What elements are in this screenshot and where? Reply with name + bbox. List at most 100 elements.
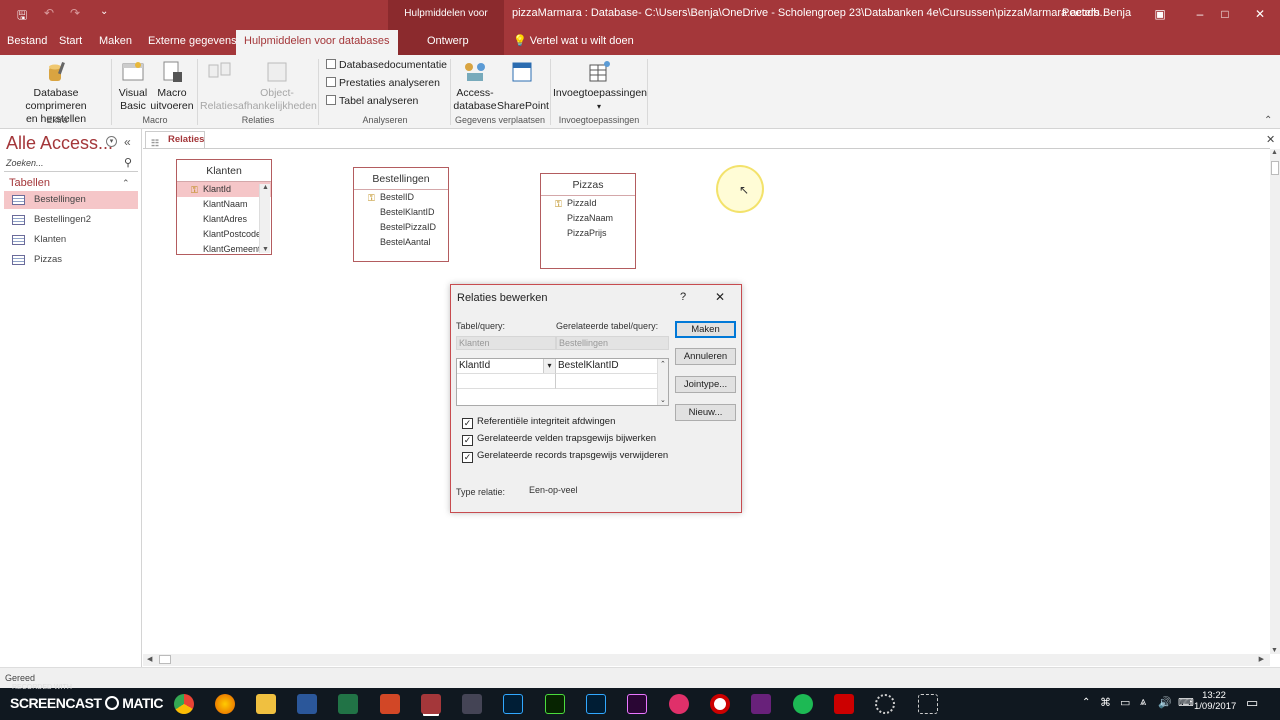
tell-me-box[interactable]: 💡 Vertel wat u wilt doen bbox=[513, 30, 634, 55]
scrollbar-thumb[interactable] bbox=[1271, 161, 1279, 175]
field-item[interactable]: ⚿ PizzaId bbox=[541, 196, 635, 211]
grid-scrollbar[interactable]: ⌃ ⌄ bbox=[657, 359, 668, 405]
field-item[interactable]: KlantPostcode bbox=[177, 227, 271, 242]
save-icon[interactable]: 🖫 bbox=[17, 6, 27, 27]
scroll-up-icon[interactable]: ▲ bbox=[262, 184, 269, 191]
join-type-button[interactable]: Jointype... bbox=[675, 376, 736, 393]
collapse-pane-icon[interactable]: « bbox=[124, 135, 131, 149]
analyze-performance-button[interactable]: Prestaties analyseren bbox=[326, 77, 440, 89]
nav-pane-title[interactable]: Alle Access... bbox=[6, 133, 113, 154]
search-icon[interactable]: ⚲ bbox=[124, 156, 132, 169]
scroll-down-icon[interactable]: ▼ bbox=[1271, 647, 1278, 654]
field-item[interactable]: ⚿ BestelID bbox=[354, 190, 448, 205]
tab-maken[interactable]: Maken bbox=[99, 30, 132, 55]
field-item[interactable]: BestelAantal bbox=[354, 235, 448, 250]
dreamweaver-icon[interactable] bbox=[545, 694, 565, 714]
app-icon[interactable] bbox=[462, 694, 482, 714]
tab-start[interactable]: Start bbox=[59, 30, 82, 55]
analyze-table-button[interactable]: Tabel analyseren bbox=[326, 95, 418, 107]
tab-bestand[interactable]: Bestand bbox=[7, 30, 47, 55]
app-icon[interactable] bbox=[669, 694, 689, 714]
file-explorer-icon[interactable] bbox=[256, 694, 276, 714]
scroll-up-icon[interactable]: ▲ bbox=[1271, 149, 1278, 156]
table-title[interactable]: Klanten bbox=[177, 160, 271, 182]
field-mapping-grid[interactable]: KlantId ▾ BestelKlantID ⌃ ⌄ bbox=[456, 358, 669, 406]
record-app-icon[interactable] bbox=[710, 694, 730, 714]
empty-grid-cell[interactable] bbox=[556, 374, 657, 389]
customize-qat-icon[interactable]: ⌄ bbox=[100, 6, 108, 17]
run-macro-button[interactable]: Macro uitvoeren bbox=[150, 59, 194, 113]
wifi-icon[interactable]: ⩓ bbox=[1140, 696, 1146, 709]
volume-icon[interactable]: 🔊 bbox=[1158, 696, 1172, 709]
tab-ontwerp[interactable]: Ontwerp bbox=[427, 30, 469, 55]
field-item[interactable]: KlantGemeente bbox=[177, 242, 271, 257]
new-button[interactable]: Nieuw... bbox=[675, 404, 736, 421]
left-field-select[interactable]: KlantId ▾ bbox=[457, 359, 556, 374]
scroll-up-icon[interactable]: ⌃ bbox=[660, 360, 666, 368]
maximize-icon[interactable]: □ bbox=[1205, 4, 1245, 24]
notifications-icon[interactable]: ▭ bbox=[1246, 695, 1258, 711]
chrome-icon[interactable] bbox=[174, 694, 194, 714]
powerpoint-icon[interactable] bbox=[380, 694, 400, 714]
chevron-up-icon[interactable]: ⌃ bbox=[1082, 697, 1090, 708]
scrollbar[interactable]: ▲ ▼ bbox=[259, 184, 270, 253]
field-item[interactable]: BestelPizzaID bbox=[354, 220, 448, 235]
nav-search-input[interactable]: Zoeken... bbox=[4, 158, 138, 172]
access-database-button[interactable]: Access- database bbox=[453, 59, 497, 113]
battery-icon[interactable]: ▭ bbox=[1120, 696, 1130, 709]
right-field-select[interactable]: BestelKlantID bbox=[556, 359, 657, 374]
collapse-ribbon-icon[interactable]: ⌃ bbox=[1264, 115, 1272, 126]
close-icon[interactable]: ✕ bbox=[715, 290, 725, 304]
app-icon[interactable] bbox=[834, 694, 854, 714]
table-title[interactable]: Bestellingen bbox=[354, 168, 448, 190]
field-item[interactable]: KlantAdres bbox=[177, 212, 271, 227]
nav-item-bestellingen[interactable]: Bestellingen bbox=[4, 191, 138, 209]
document-tab-relaties[interactable]: ☷ Relaties bbox=[145, 131, 205, 148]
close-document-icon[interactable]: ✕ bbox=[1266, 133, 1275, 146]
keyboard-icon[interactable]: ⌨ bbox=[1178, 696, 1194, 709]
lightroom-icon[interactable] bbox=[586, 694, 606, 714]
relationships-button[interactable]: Relaties bbox=[199, 59, 239, 113]
cascade-update-checkbox[interactable]: ✓ Gerelateerde velden trapsgewijs bijwerk… bbox=[462, 433, 656, 446]
section-collapse-icon[interactable]: ⌃ bbox=[122, 175, 130, 191]
field-item[interactable]: PizzaNaam bbox=[541, 211, 635, 226]
table-title[interactable]: Pizzas bbox=[541, 174, 635, 196]
firefox-icon[interactable] bbox=[215, 694, 235, 714]
nav-dropdown-icon[interactable]: ▾ bbox=[106, 136, 117, 147]
visual-studio-icon[interactable] bbox=[751, 694, 771, 714]
scroll-right-icon[interactable]: ▶ bbox=[1259, 655, 1264, 663]
tab-hulpmiddelen[interactable]: Hulpmiddelen voor databases bbox=[236, 30, 398, 55]
nav-item-pizzas[interactable]: Pizzas bbox=[4, 251, 138, 269]
enforce-integrity-checkbox[interactable]: ✓ Referentiële integriteit afdwingen bbox=[462, 416, 615, 429]
nav-section-tabellen[interactable]: Tabellen ⌃ bbox=[4, 175, 138, 191]
scroll-left-icon[interactable]: ◀ bbox=[147, 655, 152, 663]
scrollbar-thumb[interactable] bbox=[159, 655, 171, 664]
chevron-down-icon[interactable]: ▾ bbox=[543, 359, 555, 373]
create-button[interactable]: Maken bbox=[675, 321, 736, 338]
table-box-bestellingen[interactable]: Bestellingen ⚿ BestelID BestelKlantID Bes… bbox=[353, 167, 449, 262]
premiere-icon[interactable] bbox=[627, 694, 647, 714]
add-ins-button[interactable]: Invoegtoepassingen ▾ bbox=[553, 59, 647, 113]
database-documenter-button[interactable]: Databasedocumentatie bbox=[326, 59, 447, 71]
canvas-horizontal-scrollbar[interactable]: ◀ ▶ bbox=[143, 654, 1270, 666]
snipping-icon[interactable] bbox=[918, 694, 938, 714]
visual-basic-button[interactable]: Visual Basic bbox=[116, 59, 150, 113]
table-box-pizzas[interactable]: Pizzas ⚿ PizzaId PizzaNaam PizzaPrijs bbox=[540, 173, 636, 269]
field-item[interactable]: ⚿ KlantId bbox=[177, 182, 271, 197]
table-box-klanten[interactable]: Klanten ⚿ KlantId KlantNaam KlantAdres Kl… bbox=[176, 159, 272, 255]
undo-icon[interactable]: ↶ bbox=[44, 6, 54, 20]
field-item[interactable]: KlantNaam bbox=[177, 197, 271, 212]
sharepoint-button[interactable]: SharePoint bbox=[497, 59, 549, 113]
nav-item-bestellingen2[interactable]: Bestellingen2 bbox=[4, 211, 138, 229]
word-icon[interactable] bbox=[297, 694, 317, 714]
network-icon[interactable]: ⌘ bbox=[1100, 696, 1111, 709]
access-icon[interactable] bbox=[421, 694, 441, 714]
help-icon[interactable]: ? bbox=[680, 291, 686, 303]
canvas-vertical-scrollbar[interactable]: ▲ ▼ bbox=[1270, 149, 1280, 654]
ribbon-options-icon[interactable]: ▣ bbox=[1140, 4, 1180, 24]
cascade-delete-checkbox[interactable]: ✓ Gerelateerde records trapsgewijs verwij… bbox=[462, 450, 668, 463]
field-item[interactable]: BestelKlantID bbox=[354, 205, 448, 220]
tab-externe-gegevens[interactable]: Externe gegevens bbox=[148, 30, 237, 55]
user-name[interactable]: Peeters Benja bbox=[1062, 7, 1131, 19]
spotify-icon[interactable] bbox=[793, 694, 813, 714]
